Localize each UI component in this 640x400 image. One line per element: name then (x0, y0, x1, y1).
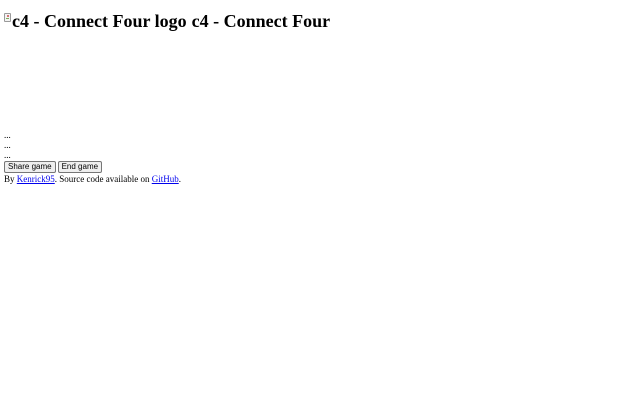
author-link[interactable]: Kenrick95 (17, 174, 55, 184)
end-game-button[interactable]: End game (57, 160, 103, 173)
broken-image-icon (4, 12, 11, 22)
footer-middle: . Source code available on (54, 174, 152, 184)
footer-prefix: By (4, 174, 17, 184)
title-text: c4 - Connect Four (191, 11, 331, 31)
logo-alt-text: c4 - Connect Four logo (12, 11, 187, 31)
status-line-1: ... (4, 130, 11, 140)
footer-suffix: . (178, 174, 181, 184)
share-game-button[interactable]: Share game (4, 160, 56, 173)
status-line-2: ... (4, 140, 11, 150)
page-title: c4 - Connect Four logo c4 - Connect Four (4, 8, 636, 34)
game-board[interactable] (4, 34, 636, 130)
page: c4 - Connect Four logo c4 - Connect Four… (0, 0, 640, 400)
footer: By Kenrick95. Source code available on G… (4, 173, 636, 185)
github-link[interactable]: GitHub (152, 174, 179, 184)
status-line-3: ... (4, 150, 11, 160)
logo-image: c4 - Connect Four logo (4, 8, 187, 34)
action-buttons: Share game End game (4, 160, 636, 173)
